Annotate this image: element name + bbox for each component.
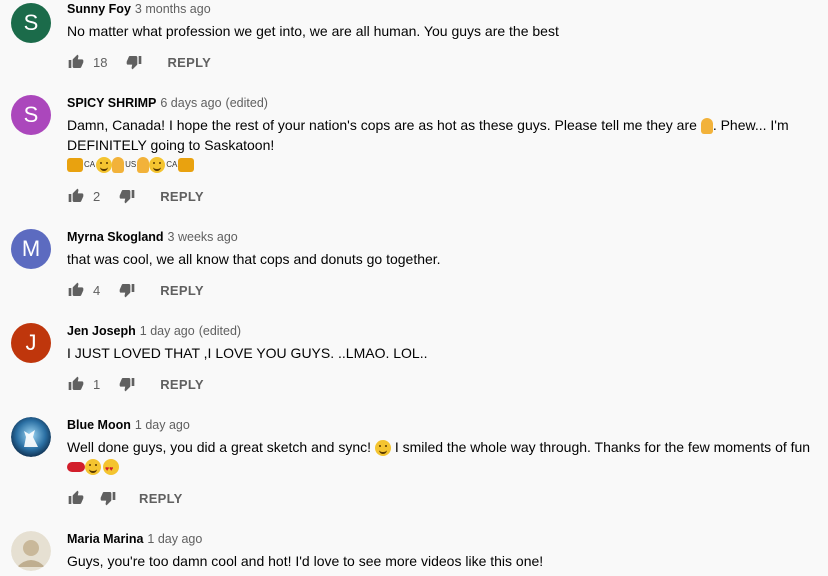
thumbs-down-icon[interactable]: [118, 187, 136, 205]
profile-photo-icon: [11, 531, 51, 571]
avatar[interactable]: J: [11, 323, 51, 363]
smiling-emoji-icon: [85, 459, 101, 475]
comment-text: No matter what profession we get into, w…: [67, 23, 559, 39]
comment-header: Jen Joseph 1 day ago (edited): [67, 324, 241, 338]
grinning-emoji-icon: [374, 440, 391, 457]
action-bar: REPLY: [67, 486, 183, 510]
author-name[interactable]: Blue Moon: [67, 418, 131, 432]
author-name[interactable]: SPICY SHRIMP: [67, 96, 156, 110]
reply-button[interactable]: REPLY: [160, 283, 204, 298]
lips-emoji-icon: [67, 462, 85, 472]
avatar[interactable]: M: [11, 229, 51, 269]
avatar[interactable]: S: [11, 3, 51, 43]
action-bar: 2 REPLY: [67, 184, 204, 208]
comment-text: Damn, Canada! I hope the rest of your na…: [67, 115, 819, 175]
reply-button[interactable]: REPLY: [167, 55, 211, 70]
action-bar: 4 REPLY: [67, 278, 204, 302]
comment-text: that was cool, we all know that cops and…: [67, 251, 441, 267]
comment-text-line: Well done guys, you did a great sketch a…: [67, 439, 372, 455]
crossed-fingers-emoji-icon: [700, 118, 713, 135]
author-name[interactable]: Myrna Skogland: [67, 230, 164, 244]
thumbs-up-icon[interactable]: [67, 489, 85, 507]
action-bar: 18 REPLY: [67, 50, 211, 74]
avatar[interactable]: [11, 417, 51, 457]
action-bar: 1 REPLY: [67, 372, 204, 396]
comment-header: SPICY SHRIMP 6 days ago (edited): [67, 96, 268, 110]
emoji-row: [67, 457, 819, 480]
beer-emoji-icon: [178, 158, 195, 172]
beer-emoji-icon: [67, 158, 83, 172]
comment-text-line: Damn, Canada! I hope the rest of your na…: [67, 117, 697, 133]
comment-header: Maria Marina 1 day ago: [67, 532, 202, 546]
timestamp[interactable]: 3 weeks ago: [168, 230, 238, 244]
comment-text-line: I smiled the whole way through. Thanks f…: [394, 439, 811, 455]
reply-button[interactable]: REPLY: [160, 189, 204, 204]
timestamp[interactable]: 6 days ago: [160, 96, 221, 110]
comment-text-line: . Phew... I'm: [712, 117, 789, 133]
thumbs-up-icon[interactable]: [67, 187, 85, 205]
timestamp[interactable]: 3 months ago: [135, 2, 211, 16]
flag-us-icon: US: [125, 160, 137, 169]
flag-ca-icon: CA: [84, 160, 96, 169]
author-name[interactable]: Jen Joseph: [67, 324, 136, 338]
reply-button[interactable]: REPLY: [160, 377, 204, 392]
flag-ca-icon: CA: [166, 160, 178, 169]
thumbs-up-icon[interactable]: [67, 53, 85, 71]
thumbs-down-icon[interactable]: [99, 489, 117, 507]
comment-header: Blue Moon 1 day ago: [67, 418, 190, 432]
unicorn-avatar-icon: [11, 417, 51, 457]
timestamp[interactable]: 1 day ago: [147, 532, 202, 546]
timestamp[interactable]: 1 day ago: [140, 324, 195, 338]
grinning-emoji-icon: [149, 157, 166, 173]
victory-hand-emoji-icon: [137, 157, 150, 173]
edited-label: (edited): [225, 96, 268, 110]
thumbs-down-icon[interactable]: [118, 281, 136, 299]
heart-eyes-emoji-icon: [103, 459, 119, 480]
avatar[interactable]: S: [11, 95, 51, 135]
like-count: 4: [93, 282, 101, 298]
comment-text: Well done guys, you did a great sketch a…: [67, 437, 819, 480]
thumbs-down-icon[interactable]: [125, 53, 143, 71]
thumbs-up-icon[interactable]: [67, 281, 85, 299]
comment-header: Sunny Foy 3 months ago: [67, 2, 211, 16]
thumbs-up-icon[interactable]: [67, 375, 85, 393]
victory-hand-emoji-icon: [112, 157, 125, 173]
emoji-row: CA US CA: [67, 155, 819, 175]
like-count: 2: [93, 188, 101, 204]
author-name[interactable]: Maria Marina: [67, 532, 143, 546]
thumbs-down-icon[interactable]: [118, 375, 136, 393]
like-count: 1: [93, 376, 101, 392]
grinning-emoji-icon: [96, 157, 113, 173]
comment-text-line: DEFINITELY going to Saskatoon!: [67, 137, 275, 153]
comment-header: Myrna Skogland 3 weeks ago: [67, 230, 238, 244]
edited-label: (edited): [198, 324, 242, 338]
timestamp[interactable]: 1 day ago: [135, 418, 190, 432]
avatar[interactable]: [11, 531, 51, 571]
author-name[interactable]: Sunny Foy: [67, 2, 131, 16]
comment-text: Guys, you're too damn cool and hot! I'd …: [67, 553, 544, 569]
reply-button[interactable]: REPLY: [139, 491, 183, 506]
comment-text: I JUST LOVED THAT ,I LOVE YOU GUYS. ..LM…: [67, 345, 428, 361]
like-count: 18: [93, 54, 108, 70]
